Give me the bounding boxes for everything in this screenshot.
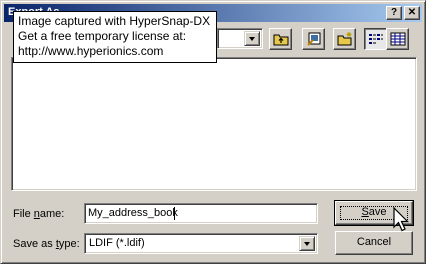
mouse-pointer-icon [393,207,409,232]
save-as-type-label: Save as type: [13,238,80,250]
text-caret [174,207,175,220]
question-mark-icon: ? [390,7,398,18]
details-view-button[interactable] [386,28,409,50]
export-as-dialog: Export As ? ✕ [0,0,426,264]
up-one-level-button[interactable] [269,28,292,50]
save-as-type-dropdown[interactable]: LDIF (*.ldif) [84,233,318,254]
watermark-line-1: Image captured with HyperSnap-DX [18,14,211,28]
list-view-icon [369,34,383,44]
dropdown-arrow-icon[interactable] [299,236,315,251]
watermark-line-2: Get a free temporary license at: [18,29,187,43]
close-button[interactable]: ✕ [404,6,420,20]
file-name-input[interactable]: My_address_book [84,203,318,224]
save-as-type-value: LDIF (*.ldif) [89,237,145,249]
create-new-folder-button[interactable] [333,28,356,50]
file-list-view[interactable] [11,57,417,191]
save-in-dropdown[interactable] [217,28,263,49]
close-icon: ✕ [407,7,417,18]
desktop-icon [307,32,321,46]
file-name-label: File name: [13,208,65,220]
dropdown-arrow-icon[interactable] [244,31,260,46]
hypersnap-watermark: Image captured with HyperSnap-DX Get a f… [13,11,217,63]
cancel-button[interactable]: Cancel [335,231,413,255]
desktop-button[interactable] [302,28,325,50]
help-button[interactable]: ? [386,6,402,20]
details-view-icon [390,32,406,46]
up-one-level-icon [273,34,289,46]
new-folder-icon [337,32,352,46]
list-view-button[interactable] [364,28,387,50]
file-name-value: My_address_book [88,207,178,219]
watermark-line-3: http://www.hyperionics.com [18,44,164,58]
